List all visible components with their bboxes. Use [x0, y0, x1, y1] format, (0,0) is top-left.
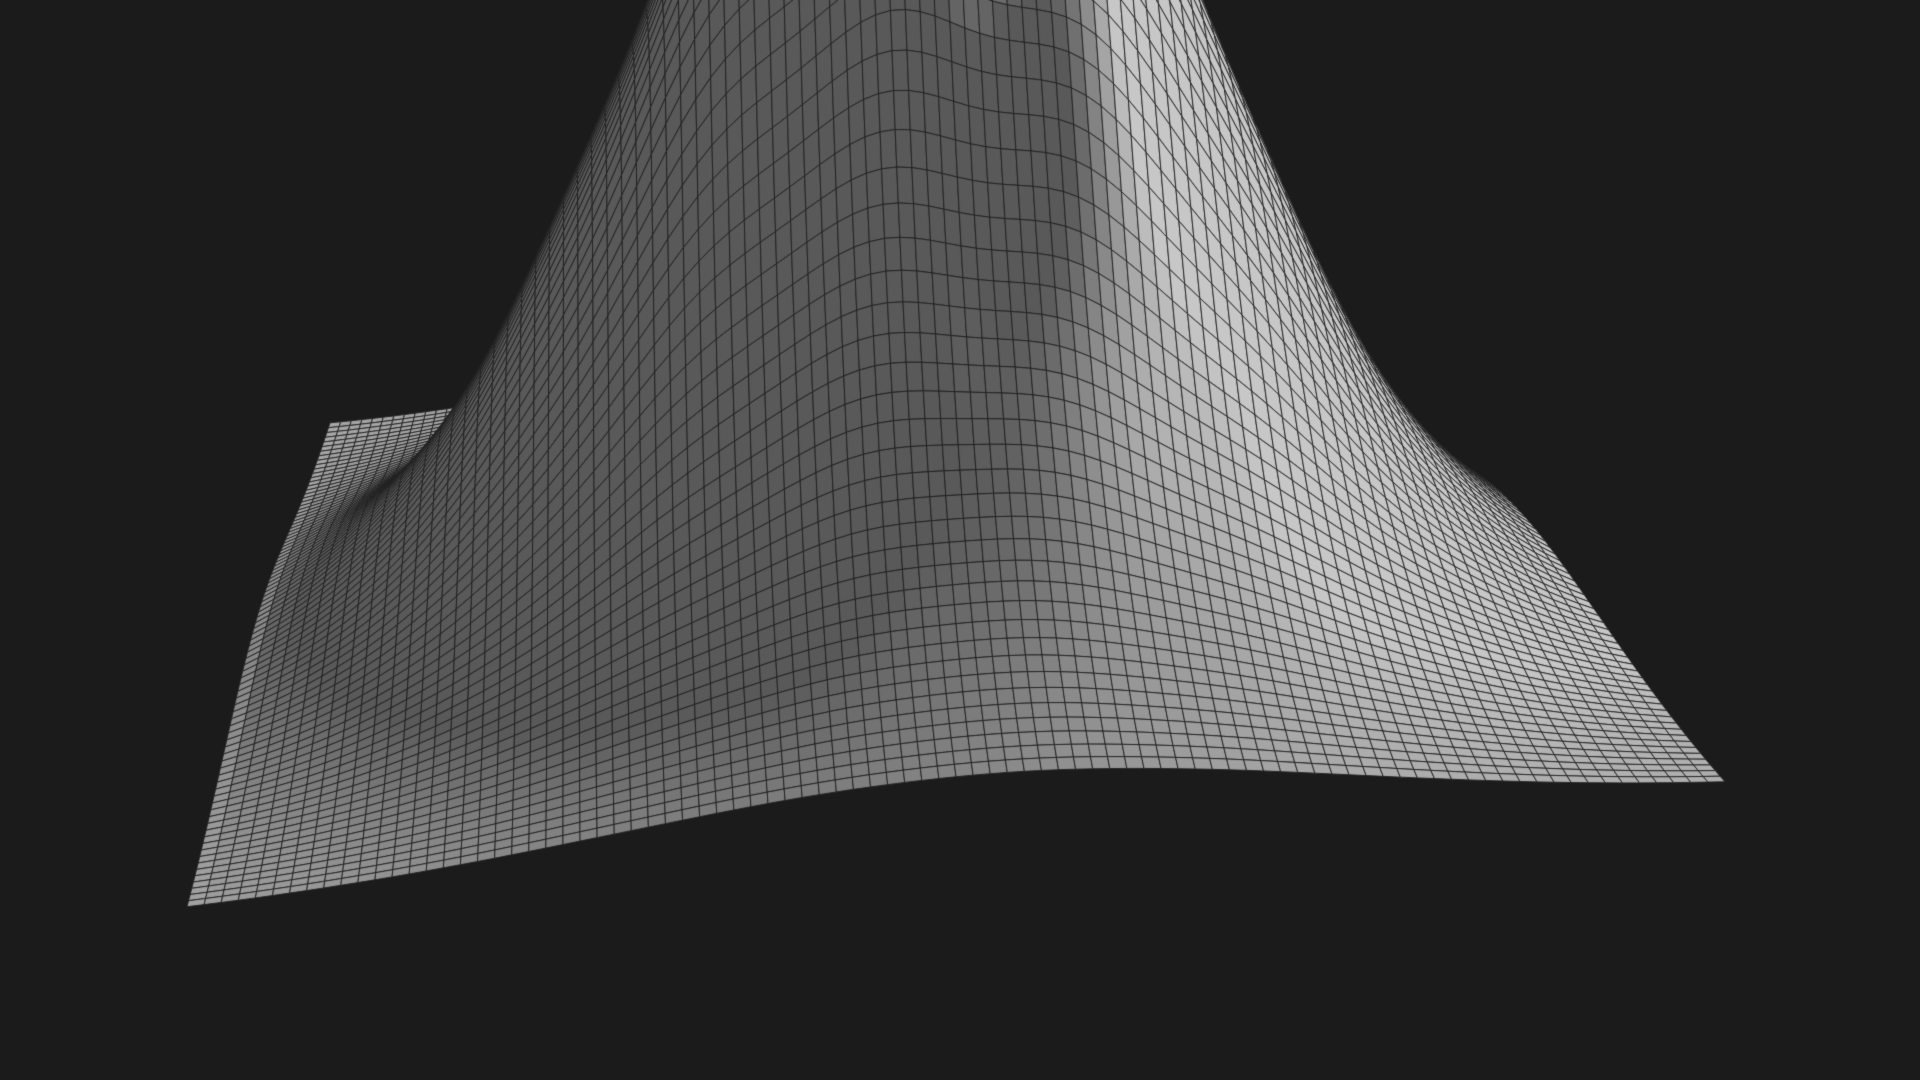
3d-viewport[interactable]	[0, 0, 1920, 1080]
terrain-wireframe-mesh[interactable]	[0, 0, 1920, 1080]
